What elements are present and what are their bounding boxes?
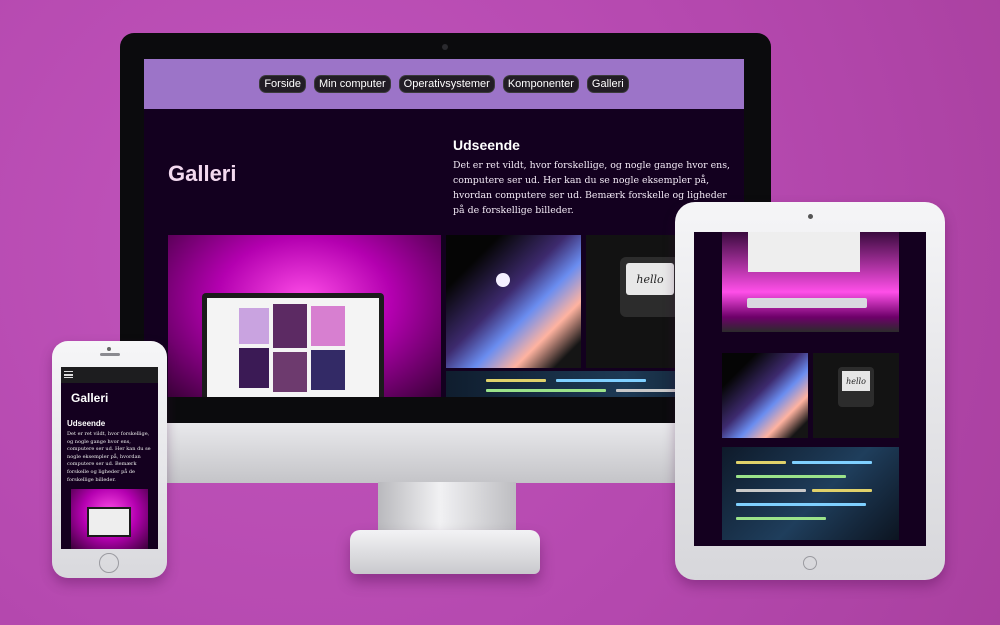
- page-title: Galleri: [168, 161, 237, 186]
- section-heading: Udseende: [453, 137, 520, 153]
- hamburger-menu-icon[interactable]: [64, 371, 73, 378]
- hello-screen: hello: [626, 263, 674, 295]
- laptop-shape: [87, 507, 131, 537]
- laptop-shape: [202, 293, 384, 397]
- apple-logo-icon: [496, 273, 510, 287]
- hello-screen: hello: [842, 371, 870, 391]
- nav-min-computer[interactable]: Min computer: [315, 76, 390, 92]
- gallery-image-pink-desk[interactable]: [168, 235, 441, 397]
- classic-mac-shape: hello: [838, 367, 874, 407]
- gallery-image-macbook[interactable]: [446, 235, 581, 368]
- site-nav-bar: Forside Min computer Operativsystemer Ko…: [144, 59, 744, 109]
- mobile-image-pink-desk[interactable]: [71, 489, 148, 549]
- classic-mac-shape: hello: [620, 257, 680, 317]
- mobile-page-title: Galleri: [71, 391, 109, 405]
- iphone-mockup: Galleri Udseende Det er ret vildt, hvor …: [52, 341, 167, 578]
- ipad-mockup: hello: [675, 202, 945, 580]
- ipad-camera: [808, 214, 813, 219]
- site-content: Galleri Udseende Det er ret vildt, hvor …: [144, 109, 744, 397]
- imac-camera: [442, 44, 448, 50]
- iphone-camera: [107, 347, 111, 351]
- iphone-speaker: [100, 353, 120, 356]
- ipad-image-pink-desk[interactable]: [722, 232, 899, 332]
- imac-stand-neck: [378, 482, 516, 534]
- laptop-screen: [207, 298, 379, 397]
- monitor-shape: [748, 232, 860, 272]
- ipad-screen: hello: [694, 232, 926, 546]
- imac-mockup: Forside Min computer Operativsystemer Ko…: [120, 33, 771, 483]
- nav-operativsystemer[interactable]: Operativsystemer: [399, 76, 494, 92]
- ipad-image-classic-mac[interactable]: hello: [813, 353, 899, 438]
- iphone-home-button: [99, 553, 119, 573]
- mobile-nav-bar: [61, 367, 158, 383]
- imac-stand-foot: [350, 530, 540, 574]
- imac-screen: Forside Min computer Operativsystemer Ko…: [144, 59, 744, 397]
- mobile-section-heading: Udseende: [67, 419, 106, 428]
- nav-forside[interactable]: Forside: [260, 76, 305, 92]
- ipad-image-code[interactable]: [722, 447, 899, 540]
- mobile-section-text: Det er ret vildt, hvor forskellige, og n…: [67, 431, 151, 483]
- nav-galleri[interactable]: Galleri: [587, 76, 628, 92]
- keyboard-shape: [747, 298, 867, 308]
- iphone-screen: Galleri Udseende Det er ret vildt, hvor …: [61, 367, 158, 549]
- nav-komponenter[interactable]: Komponenter: [503, 76, 578, 92]
- ipad-image-macbook[interactable]: [722, 353, 808, 438]
- imac-bezel: Forside Min computer Operativsystemer Ko…: [120, 33, 771, 423]
- imac-chin: [120, 423, 771, 483]
- ipad-home-button: [803, 556, 817, 570]
